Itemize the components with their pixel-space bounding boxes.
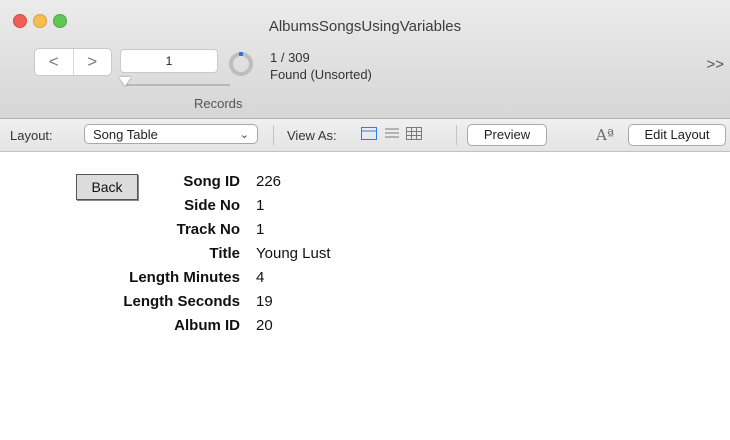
layout-bar: Layout: Song Table ⌄ View As: Preview Aª… — [0, 119, 730, 152]
record-slider-track[interactable] — [124, 84, 230, 86]
field-value[interactable]: 19 — [256, 293, 273, 310]
divider — [273, 125, 274, 145]
record-slider-thumb[interactable] — [119, 77, 131, 86]
field-label: Length Minutes — [129, 269, 240, 286]
layout-select[interactable]: Song Table ⌄ — [84, 124, 258, 144]
field-row-length-seconds: Length Seconds 19 — [0, 293, 730, 315]
list-view-icon[interactable] — [384, 127, 400, 141]
preview-button[interactable]: Preview — [467, 124, 547, 146]
font-size-icon[interactable]: Aª — [596, 126, 614, 144]
field-row-song-id: Song ID 226 — [0, 173, 730, 195]
records-label: Records — [194, 96, 243, 111]
field-value[interactable]: 4 — [256, 269, 264, 286]
chevron-right-icon: > — [87, 52, 98, 71]
window-title: AlbumsSongsUsingVariables — [268, 18, 462, 35]
chevron-down-icon: ⌄ — [239, 129, 249, 141]
view-as-label: View As: — [287, 128, 337, 143]
toolbar-overflow-button[interactable]: >> — [706, 56, 724, 73]
previous-record-button[interactable]: < — [35, 49, 74, 75]
layout-select-value: Song Table — [93, 127, 158, 142]
found-set-indicator — [239, 52, 243, 56]
divider — [456, 125, 457, 145]
field-label: Side No — [184, 197, 240, 214]
field-row-length-minutes: Length Minutes 4 — [0, 269, 730, 291]
chevron-left-icon: < — [48, 52, 59, 71]
edit-layout-button[interactable]: Edit Layout — [628, 124, 726, 146]
record-navigation: < > — [34, 48, 112, 76]
form-view-icon[interactable] — [361, 127, 377, 141]
field-value[interactable]: 20 — [256, 317, 273, 334]
record-number-field[interactable]: 1 — [120, 49, 218, 73]
field-label: Album ID — [174, 317, 240, 334]
field-value[interactable]: 226 — [256, 173, 281, 190]
record-count: 1 / 309 — [270, 50, 310, 65]
layout-label: Layout: — [10, 128, 53, 143]
found-status: Found (Unsorted) — [270, 67, 372, 82]
next-record-button[interactable]: > — [74, 49, 112, 75]
field-row-track-no: Track No 1 — [0, 221, 730, 243]
field-label: Track No — [176, 221, 240, 238]
field-row-side-no: Side No 1 — [0, 197, 730, 219]
field-value[interactable]: 1 — [256, 221, 264, 238]
field-label: Song ID — [183, 173, 240, 190]
field-row-title: Title Young Lust — [0, 245, 730, 267]
field-label: Length Seconds — [123, 293, 240, 310]
window-toolbar: AlbumsSongsUsingVariables < > 1 1 / 309 … — [0, 0, 730, 119]
table-view-icon[interactable] — [406, 127, 422, 141]
field-value[interactable]: Young Lust — [256, 245, 331, 262]
field-row-album-id: Album ID 20 — [0, 317, 730, 339]
field-value[interactable]: 1 — [256, 197, 264, 214]
field-label: Title — [209, 245, 240, 262]
